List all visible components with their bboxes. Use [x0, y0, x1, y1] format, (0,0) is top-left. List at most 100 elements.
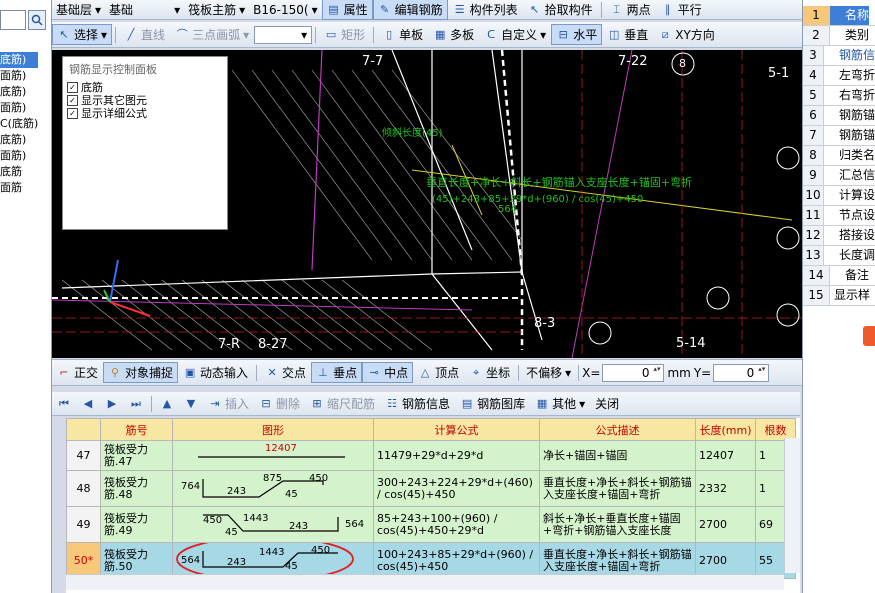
draw-mode-dropdown[interactable]: ▾	[254, 25, 313, 44]
shape-cell[interactable]: 764 243 875 45 450	[172, 470, 374, 507]
horizontal-scrollbar[interactable]	[66, 574, 784, 590]
pick-component-button[interactable]: ↖ 拾取构件	[523, 0, 598, 20]
tree-item[interactable]: 面筋)	[0, 68, 38, 84]
property-row[interactable]: 5 右弯折	[803, 86, 875, 106]
move-up-button[interactable]: ▲	[155, 395, 179, 413]
checkbox-checked-icon[interactable]: ✓	[67, 108, 78, 119]
insert-button[interactable]: ⇥ 插入	[203, 393, 254, 414]
column-header[interactable]: 长度(mm)	[695, 418, 756, 441]
checkbox-checked-icon[interactable]: ✓	[67, 82, 78, 93]
horizontal-button[interactable]: ⊟ 水平	[551, 24, 603, 45]
table-row[interactable]: 47 筏板受力筋.47 12407 11479+29*d+29*d 净长+锚固+…	[66, 440, 796, 471]
tree-item[interactable]: 底筋)	[0, 52, 39, 68]
rebar-library-button[interactable]: ▤ 钢筋图库	[455, 393, 530, 414]
vertical-button[interactable]: ◫ 垂直	[602, 24, 653, 45]
tree-item[interactable]: 面筋)	[0, 100, 38, 116]
intersection-button[interactable]: ✕ 交点	[260, 362, 311, 383]
scale-rebar-button[interactable]: ⊞ 缩尺配筋	[305, 393, 380, 414]
close-button[interactable]: 关闭	[590, 393, 624, 414]
property-row[interactable]: 11 节点设	[803, 206, 875, 226]
edit-rebar-button[interactable]: ✎ 编辑钢筋	[372, 0, 448, 20]
column-header[interactable]: 计算公式	[373, 418, 540, 441]
drawing-canvas[interactable]: 7-22 8 5-1 5-14 8-3 7-R 8-27 7-7 垂直长度+净长…	[52, 50, 802, 358]
multi-slab-button[interactable]: ▦ 多板	[428, 24, 479, 45]
other-button[interactable]: ▦ 其他 ▾	[530, 393, 590, 414]
tree-item[interactable]: 面筋)	[0, 148, 38, 164]
property-row[interactable]: 15 显示样	[803, 286, 875, 306]
element-type-dropdown[interactable]: 筏板主筋 ▾	[184, 1, 249, 18]
rebar-info-button[interactable]: ☷ 钢筋信息	[380, 393, 455, 414]
prev-button[interactable]: ◀	[76, 395, 100, 413]
offset-dropdown[interactable]: 不偏移 ▾	[522, 364, 575, 381]
custom-button[interactable]: ᑕ 自定义 ▾	[479, 24, 551, 45]
line-button[interactable]: ╱ 直线	[119, 24, 170, 45]
length-cell[interactable]: 2332	[695, 470, 756, 507]
option-row[interactable]: ✓ 显示详细公式	[63, 107, 227, 120]
table-row[interactable]: 49 筏板受力筋.49 450 1443 45 243 564 85+243+100+(…	[66, 506, 796, 543]
property-row[interactable]: 8 归类名	[803, 146, 875, 166]
select-button[interactable]: ↖ 选择 ▾	[52, 24, 113, 45]
property-row[interactable]: 13 长度调	[803, 246, 875, 266]
vertical-scrollbar[interactable]	[784, 438, 800, 573]
option-row[interactable]: ✓ 显示其它图元	[63, 94, 227, 107]
property-row[interactable]: 2 类别	[803, 26, 875, 46]
description-cell[interactable]: 斜长+净长+垂直长度+锚固+弯折+钢筋锚入支座长度	[539, 506, 696, 543]
rebar-name-cell[interactable]: 筏板受力筋.49	[100, 506, 173, 543]
property-row[interactable]: 6 钢筋锚	[803, 106, 875, 126]
property-row[interactable]: 14 备注	[803, 266, 875, 286]
dynamic-input-button[interactable]: ▣ 动态输入	[178, 362, 253, 383]
tree-search-input[interactable]	[0, 10, 26, 30]
midpoint-button[interactable]: ⊸ 中点	[362, 362, 414, 383]
shape-cell[interactable]: 12407	[172, 440, 374, 471]
category-dropdown[interactable]: 基础 ▾	[105, 1, 184, 18]
formula-cell[interactable]: 300+243+224+29*d+(460) / cos(45)+450	[373, 470, 540, 507]
rect-button[interactable]: ▭ 矩形	[319, 24, 370, 45]
property-row[interactable]: 10 计算设	[803, 186, 875, 206]
property-row[interactable]: 12 搭接设	[803, 226, 875, 246]
element-name-dropdown[interactable]: B16-150(▾	[249, 3, 321, 17]
object-snap-button[interactable]: ⚲ 对象捕捉	[103, 362, 179, 383]
length-cell[interactable]: 12407	[695, 440, 756, 471]
description-cell[interactable]: 净长+锚固+锚固	[539, 440, 696, 471]
perpendicular-button[interactable]: ⊥ 垂点	[311, 362, 363, 383]
property-row[interactable]: 1 名称	[803, 6, 875, 26]
property-row[interactable]: 4 左弯折	[803, 66, 875, 86]
tree-item[interactable]: 底筋)	[0, 84, 38, 100]
last-button[interactable]: ⏭	[124, 395, 148, 413]
parallel-button[interactable]: ∥ 平行	[656, 0, 707, 20]
xy-direction-button[interactable]: ⧄ XY方向	[653, 24, 720, 45]
properties-button[interactable]: ▤ 属性	[321, 0, 373, 20]
length-cell[interactable]: 2700	[695, 506, 756, 543]
vertex-button[interactable]: △ 顶点	[413, 362, 464, 383]
move-down-button[interactable]: ▼	[179, 395, 203, 413]
x-coordinate-input[interactable]: 0	[602, 363, 665, 382]
tree-item[interactable]: C(底筋)	[0, 116, 38, 132]
layer-dropdown[interactable]: 基础层 ▾	[52, 1, 105, 18]
tree-item[interactable]: 底筋	[0, 164, 38, 180]
tree-item[interactable]: 面筋	[0, 180, 38, 196]
next-button[interactable]: ▶	[100, 395, 124, 413]
formula-cell[interactable]: 85+243+100+(960) / cos(45)+450+29*d	[373, 506, 540, 543]
option-row[interactable]: ✓ 底筋	[63, 81, 227, 94]
property-row[interactable]: 7 钢筋锚	[803, 126, 875, 146]
table-row[interactable]: 48 筏板受力筋.48 764 243 875 45 450 300+243+224+2…	[66, 470, 796, 507]
arc-button[interactable]: ⌒ 三点画弧 ▾	[170, 24, 254, 45]
two-points-button[interactable]: ⌶ 两点	[605, 0, 656, 20]
y-coordinate-input[interactable]: 0	[713, 363, 770, 382]
column-header[interactable]: 筋号	[100, 418, 173, 441]
property-row[interactable]: 3 钢筋信	[803, 46, 875, 66]
single-slab-button[interactable]: ▯ 单板	[377, 24, 428, 45]
rebar-name-cell[interactable]: 筏板受力筋.47	[100, 440, 173, 471]
column-header[interactable]: 图形	[172, 418, 374, 441]
coordinate-button[interactable]: ⌖ 坐标	[464, 362, 515, 383]
component-list-button[interactable]: ☰ 构件列表	[448, 0, 523, 20]
tree-item[interactable]: 底筋)	[0, 132, 38, 148]
search-button[interactable]	[28, 10, 46, 30]
formula-cell[interactable]: 11479+29*d+29*d	[373, 440, 540, 471]
description-cell[interactable]: 垂直长度+净长+斜长+钢筋锚入支座长度+锚固+弯折	[539, 470, 696, 507]
shape-cell[interactable]: 450 1443 45 243 564	[172, 506, 374, 543]
column-header[interactable]: 公式描述	[539, 418, 696, 441]
rebar-name-cell[interactable]: 筏板受力筋.48	[100, 470, 173, 507]
checkbox-checked-icon[interactable]: ✓	[67, 95, 78, 106]
delete-button[interactable]: ⊟ 删除	[254, 393, 305, 414]
